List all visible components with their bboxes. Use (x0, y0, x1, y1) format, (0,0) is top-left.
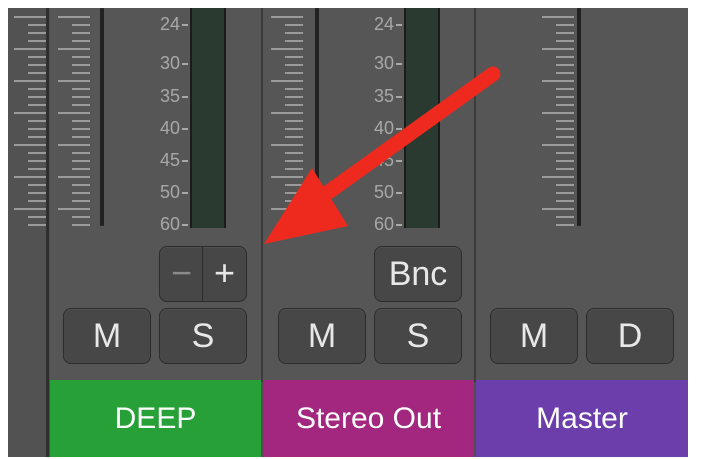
annotation-arrow (264, 66, 501, 244)
